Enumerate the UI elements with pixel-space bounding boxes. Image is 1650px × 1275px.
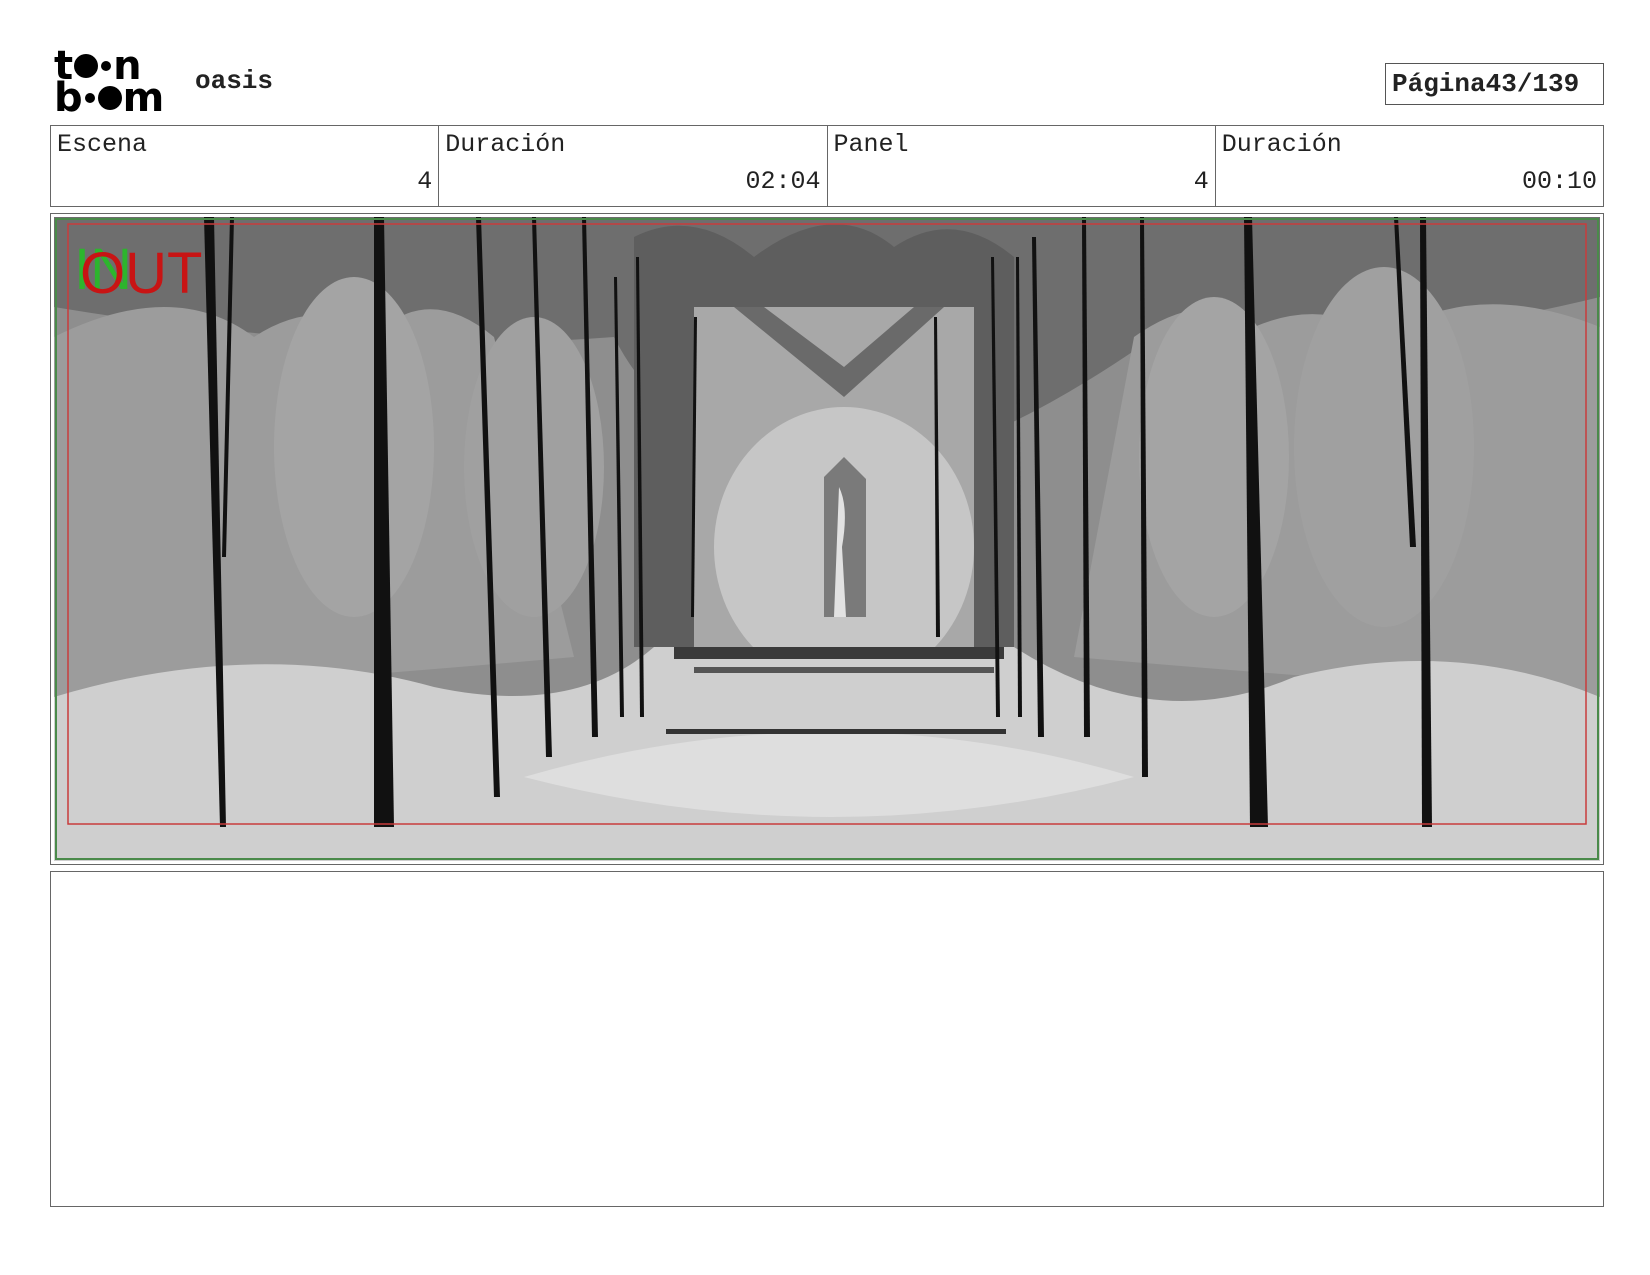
page-indicator: Página 43/139 <box>1385 63 1604 105</box>
panel-notes-box <box>50 871 1604 1207</box>
page-label: Página <box>1392 69 1486 99</box>
panel-label: Panel <box>833 130 909 159</box>
logo-dot <box>84 93 95 103</box>
panel-duration-label: Duración <box>1221 130 1342 159</box>
out-marker: OUT <box>80 241 202 306</box>
page-value: 43/139 <box>1485 69 1580 99</box>
sketch-bush <box>274 277 434 617</box>
logo-letter-m: m <box>122 75 165 121</box>
logo-dot <box>101 61 112 71</box>
scene-duration-cell: Duración 02:04 <box>439 126 828 206</box>
sketch-bush <box>1139 297 1289 617</box>
panel-cell: Panel 4 <box>828 126 1216 206</box>
project-name: oasis <box>195 66 274 96</box>
storyboard-panel: IN OUT <box>50 213 1604 865</box>
scene-value: 4 <box>417 167 433 196</box>
panel-duration-value: 00:10 <box>1521 167 1597 196</box>
toonboom-logo: t n b m <box>54 46 172 121</box>
scene-duration-value: 02:04 <box>745 167 821 196</box>
sketch-statue-frame <box>824 457 866 617</box>
panel-value: 4 <box>1193 167 1209 196</box>
sketch-platform-base <box>666 729 1006 734</box>
scene-cell: Escena 4 <box>51 126 440 206</box>
sketch-bush <box>1294 267 1474 627</box>
storyboard-sketch: IN OUT <box>54 217 1600 861</box>
logo-letter-b: b <box>54 75 83 121</box>
logo-dot <box>97 86 122 110</box>
scene-duration-label: Duración <box>445 130 566 159</box>
sketch-platform-step <box>694 667 994 673</box>
sketch-platform-top <box>674 647 1004 659</box>
scene-info-table: Escena 4 Duración 02:04 Panel 4 Duración… <box>50 125 1604 207</box>
scene-label: Escena <box>57 130 148 159</box>
panel-duration-cell: Duración 00:10 <box>1216 126 1603 206</box>
